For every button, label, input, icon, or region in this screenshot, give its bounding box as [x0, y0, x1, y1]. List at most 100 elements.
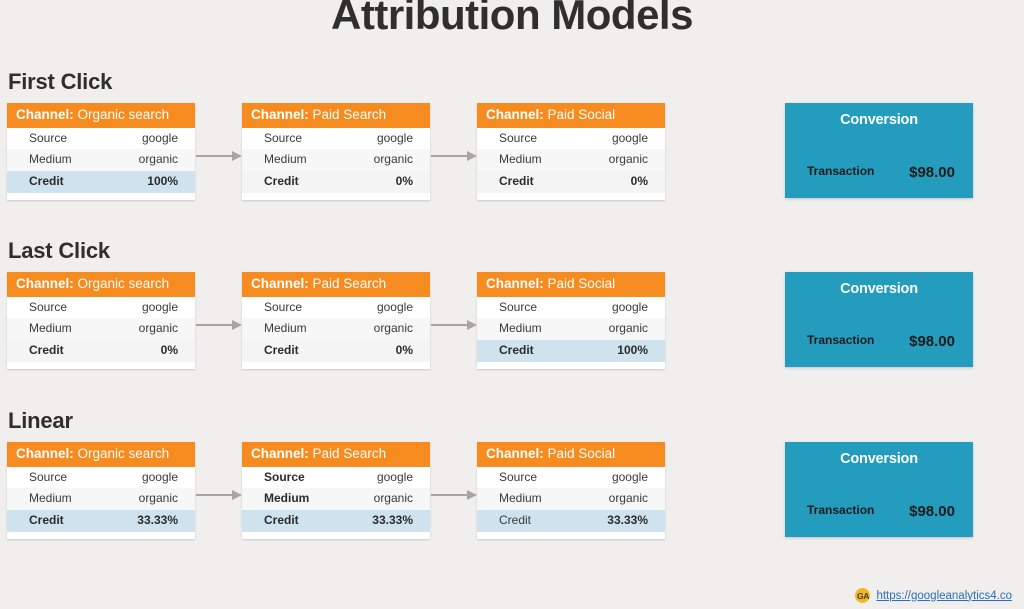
card-row-source: Source google — [477, 466, 665, 489]
source-value: google — [376, 469, 413, 484]
credit-value: 0% — [395, 174, 413, 189]
flow-arrow-icon — [431, 151, 477, 161]
arrow-line — [196, 155, 234, 157]
card-row-source: Source google — [242, 466, 430, 489]
channel-card[interactable]: Channel: Paid Social Source google Medium or… — [477, 272, 665, 369]
medium-label: Medium — [29, 321, 72, 336]
channel-name: Paid Search — [312, 446, 387, 461]
card-row-credit: Credit 0% — [242, 171, 430, 193]
channel-label: Channel: — [251, 446, 309, 461]
channel-card[interactable]: Channel: Paid Search Source google Medium or… — [242, 272, 430, 369]
arrow-line — [431, 155, 469, 157]
footer-attribution: GA https://googleanalytics4.co — [855, 588, 1012, 603]
credit-label: Credit — [264, 343, 299, 358]
source-label: Source — [499, 469, 538, 484]
conversion-title: Conversion — [840, 281, 918, 297]
medium-label: Medium — [264, 321, 307, 336]
credit-value: 0% — [160, 343, 178, 358]
credit-label: Credit — [499, 513, 532, 528]
channel-name: Paid Social — [547, 446, 616, 461]
channel-name: Paid Search — [312, 107, 387, 122]
channel-name: Organic search — [77, 446, 170, 461]
medium-value: organic — [138, 321, 178, 336]
source-label: Source — [499, 130, 538, 145]
channel-name: Paid Social — [547, 107, 616, 122]
arrow-head — [232, 151, 242, 161]
card-row-credit: Credit 33.33% — [7, 510, 195, 532]
channel-card[interactable]: Channel: Paid Social Source google Medium or… — [477, 442, 665, 539]
credit-value: 100% — [147, 174, 178, 189]
flow-arrow-icon — [196, 151, 242, 161]
journey-row: Channel: Organic search Source google Mediu… — [0, 272, 1024, 372]
journey-row: Channel: Organic search Source google Mediu… — [0, 442, 1024, 542]
conversion-card[interactable]: Conversion Transaction $98.00 — [785, 103, 973, 198]
card-row-medium: Medium organic — [242, 318, 430, 341]
card-row-medium: Medium organic — [477, 488, 665, 511]
channel-name: Paid Social — [547, 276, 616, 291]
card-row-credit: Credit 0% — [477, 171, 665, 193]
card-row-source: Source google — [242, 296, 430, 319]
section-heading: First Click — [8, 69, 113, 94]
source-value: google — [141, 469, 178, 484]
channel-card[interactable]: Channel: Organic search Source google Mediu… — [7, 442, 195, 539]
card-row-medium: Medium organic — [477, 149, 665, 172]
medium-value: organic — [373, 491, 413, 506]
page-title: Attribution Models — [331, 0, 693, 38]
conversion-card[interactable]: Conversion Transaction $98.00 — [785, 442, 973, 537]
channel-label: Channel: — [16, 276, 74, 291]
channel-label: Channel: — [251, 276, 309, 291]
channel-card-header: Channel: Paid Search — [242, 272, 430, 297]
card-row-source: Source google — [477, 296, 665, 319]
channel-card-header: Channel: Organic search — [7, 442, 195, 467]
channel-name: Organic search — [77, 107, 170, 122]
arrow-line — [196, 494, 234, 496]
medium-value: organic — [608, 491, 648, 506]
credit-value: 33.33% — [137, 513, 178, 528]
source-label: Source — [499, 299, 538, 314]
card-row-source: Source google — [7, 296, 195, 319]
arrow-line — [431, 494, 469, 496]
arrow-line — [196, 324, 234, 326]
source-value: google — [376, 130, 413, 145]
medium-label: Medium — [29, 152, 72, 167]
channel-card-header: Channel: Paid Social — [477, 103, 665, 128]
channel-card[interactable]: Channel: Paid Search Source google Medium or… — [242, 103, 430, 200]
channel-label: Channel: — [486, 446, 544, 461]
card-row-credit: Credit 0% — [242, 340, 430, 362]
card-row-credit: Credit 100% — [7, 171, 195, 193]
channel-card[interactable]: Channel: Paid Search Source google Medium or… — [242, 442, 430, 539]
credit-label: Credit — [29, 513, 64, 528]
arrow-head — [467, 151, 477, 161]
source-value: google — [611, 469, 648, 484]
footer-link[interactable]: https://googleanalytics4.co — [876, 590, 1012, 602]
medium-value: organic — [138, 491, 178, 506]
transaction-value: $98.00 — [909, 503, 955, 520]
source-value: google — [376, 299, 413, 314]
channel-card[interactable]: Channel: Organic search Source google Mediu… — [7, 272, 195, 369]
source-value: google — [141, 130, 178, 145]
medium-value: organic — [138, 152, 178, 167]
channel-label: Channel: — [16, 446, 74, 461]
conversion-card[interactable]: Conversion Transaction $98.00 — [785, 272, 973, 367]
channel-card[interactable]: Channel: Organic search Source google Mediu… — [7, 103, 195, 200]
channel-label: Channel: — [251, 107, 309, 122]
credit-value: 0% — [630, 174, 648, 189]
flow-arrow-icon — [431, 320, 477, 330]
card-row-source: Source google — [477, 127, 665, 150]
medium-label: Medium — [29, 491, 72, 506]
medium-value: organic — [373, 321, 413, 336]
conversion-transaction-row: Transaction $98.00 — [785, 333, 973, 350]
channel-name: Organic search — [77, 276, 170, 291]
channel-card-header: Channel: Paid Social — [477, 442, 665, 467]
card-row-medium: Medium organic — [7, 318, 195, 341]
transaction-value: $98.00 — [909, 164, 955, 181]
channel-card[interactable]: Channel: Paid Social Source google Medium or… — [477, 103, 665, 200]
medium-value: organic — [608, 152, 648, 167]
medium-label: Medium — [499, 152, 542, 167]
card-row-credit: Credit 33.33% — [242, 510, 430, 532]
source-label: Source — [264, 130, 303, 145]
section-heading: Last Click — [8, 238, 110, 263]
source-label: Source — [29, 130, 68, 145]
source-value: google — [141, 299, 178, 314]
channel-card-header: Channel: Organic search — [7, 272, 195, 297]
